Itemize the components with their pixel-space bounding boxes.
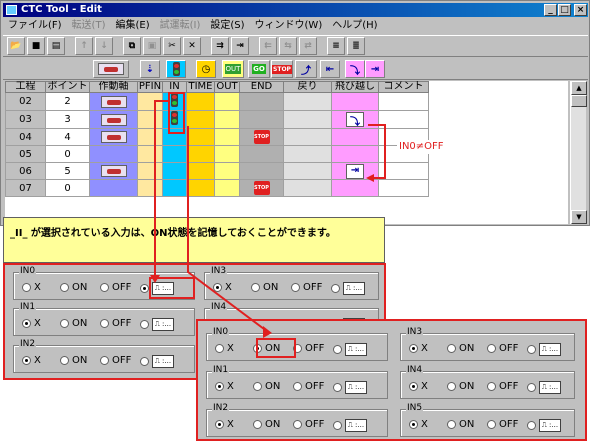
arrow-to-in0-pulse <box>154 100 168 278</box>
arrow-overlay <box>150 92 386 338</box>
in-cell-highlight <box>168 92 185 134</box>
jump-arrow <box>368 124 386 179</box>
arrow-to-in0-on <box>187 126 269 333</box>
